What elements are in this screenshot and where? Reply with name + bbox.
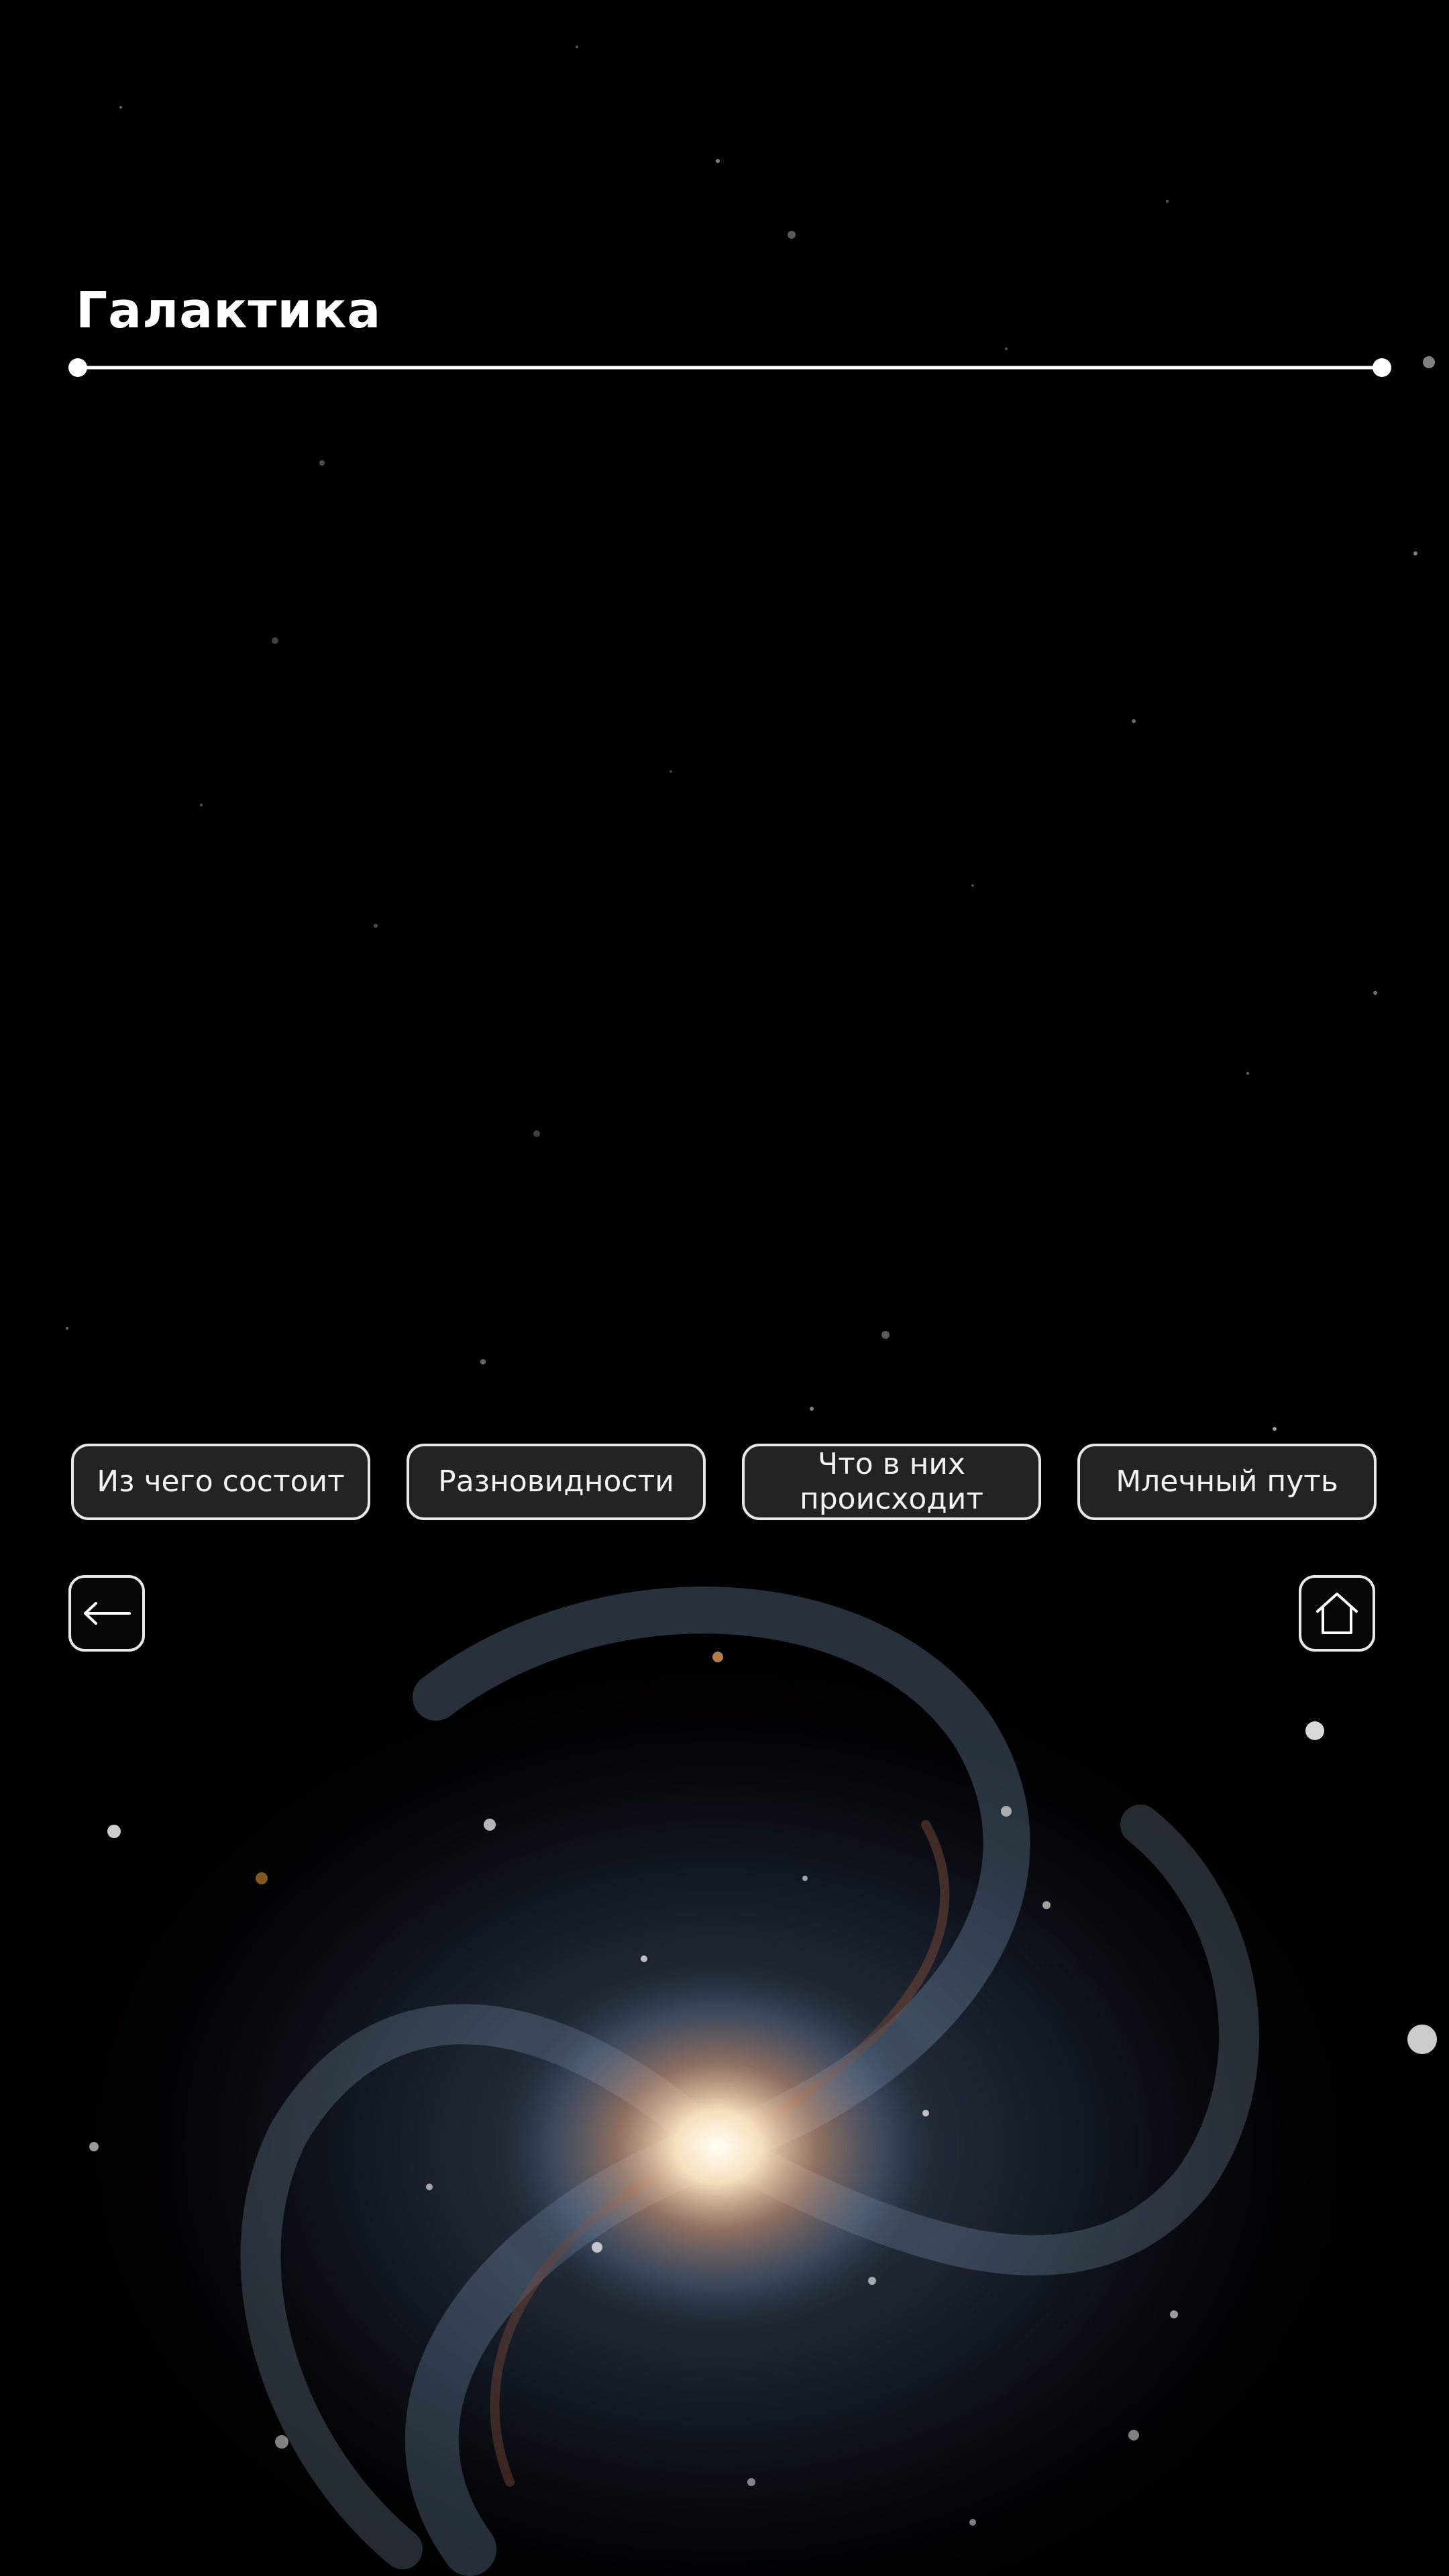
nav-button-varieties[interactable]: Разновидности (407, 1444, 706, 1520)
nav-button-label: Млечный путь (1116, 1464, 1338, 1499)
nav-button-milky-way[interactable]: Млечный путь (1077, 1444, 1377, 1520)
section-nav: Из чего состоит Разновидности Что в них … (71, 1444, 1378, 1520)
galaxy-screen: Галактика Из чего состоит Разновидности … (0, 0, 1449, 2576)
arrow-left-icon (84, 1602, 131, 1625)
page-title: Галактика (76, 282, 382, 339)
title-divider (68, 358, 1391, 377)
home-icon (1316, 1593, 1358, 1634)
nav-button-composition[interactable]: Из чего состоит (71, 1444, 370, 1520)
nav-button-label: Разновидности (438, 1464, 674, 1499)
nav-button-label: Что в них происходит (799, 1447, 983, 1516)
nav-button-processes[interactable]: Что в них происходит (742, 1444, 1041, 1520)
home-button[interactable] (1299, 1575, 1375, 1652)
back-button[interactable] (68, 1575, 145, 1652)
nav-button-label: Из чего состоит (97, 1464, 345, 1499)
spiral-galaxy-image (47, 1587, 1437, 2576)
